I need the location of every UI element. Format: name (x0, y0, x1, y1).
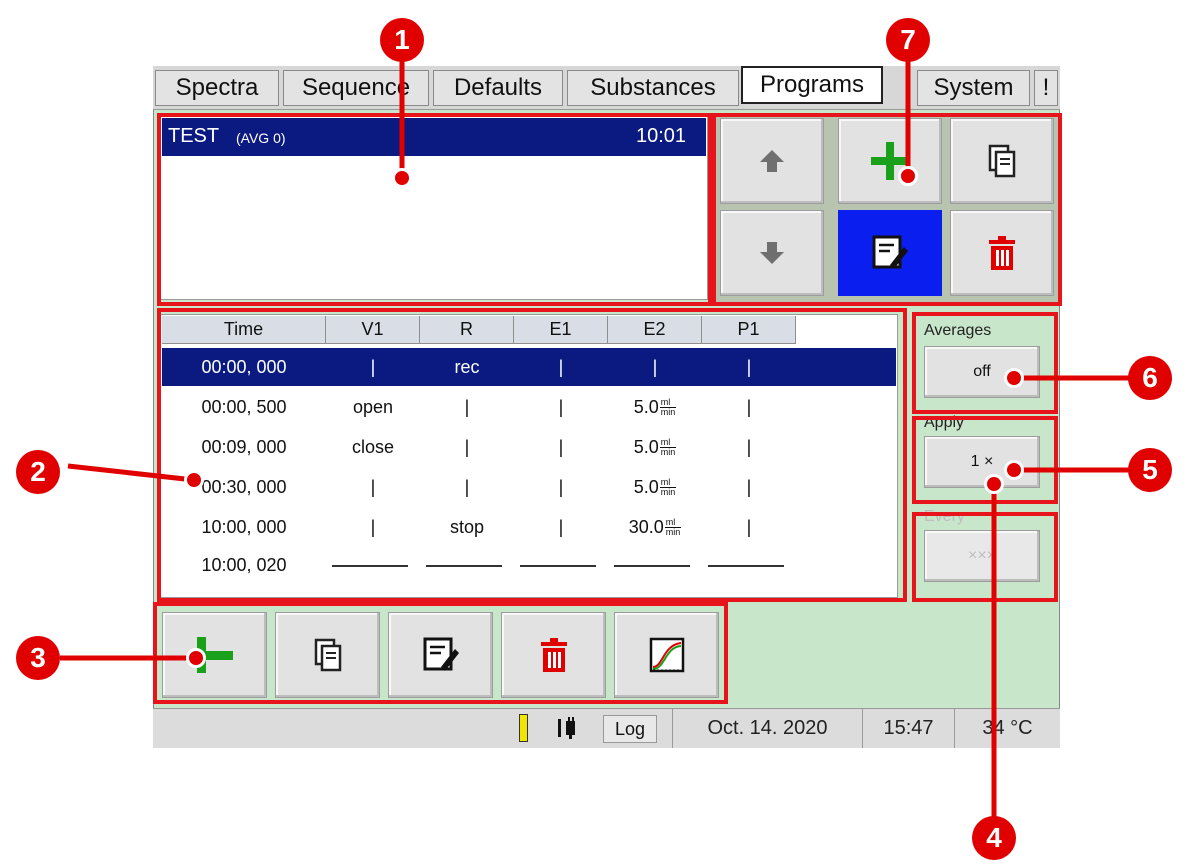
callout-badge-5: 5 (1128, 448, 1172, 492)
callout-leader-lines (60, 56, 1130, 820)
callout-dot (898, 166, 918, 186)
callout-dot (186, 648, 206, 668)
callout-dot (392, 168, 412, 188)
callout-badge-3: 3 (16, 636, 60, 680)
callout-badge-6: 6 (1128, 356, 1172, 400)
callout-dot (184, 470, 204, 490)
callout-dot (1004, 368, 1024, 388)
callout-dot (1004, 460, 1024, 480)
callout-badge-2: 2 (16, 450, 60, 494)
callout-badge-4: 4 (972, 816, 1016, 860)
callout-dot (984, 474, 1004, 494)
callout-badge-7: 7 (886, 18, 930, 62)
callout-badge-1: 1 (380, 18, 424, 62)
